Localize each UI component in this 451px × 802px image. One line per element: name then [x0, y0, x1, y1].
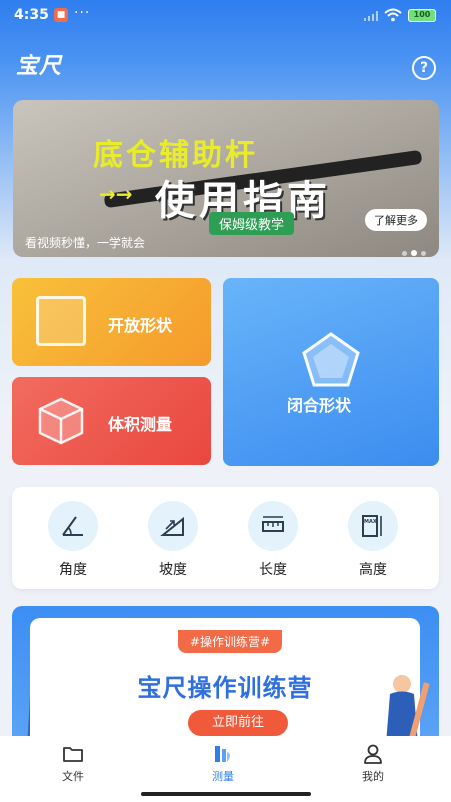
open-shape-label: 开放形状	[108, 316, 173, 335]
measure-tools: 角度 坡度 长度 MAX 高度	[12, 487, 439, 589]
pentagon-icon	[302, 332, 360, 387]
tool-length[interactable]: 长度	[238, 501, 308, 579]
banner-caption: 看视频秒懂，一学就会	[25, 236, 146, 250]
battery-icon: 100	[408, 9, 436, 22]
angle-icon	[48, 501, 98, 551]
banner-pagination	[402, 241, 430, 257]
height-icon: MAX	[348, 501, 398, 551]
volume-measure-label: 体积测量	[108, 415, 173, 434]
tool-height[interactable]: MAX 高度	[338, 501, 408, 579]
tool-label: 高度	[359, 562, 387, 578]
nav-label: 测量	[212, 770, 234, 783]
help-icon[interactable]: ?	[412, 56, 436, 80]
banner-tag: 保姆级教学	[209, 212, 295, 235]
closed-shape-card[interactable]: 闭合形状	[223, 278, 439, 466]
open-shape-card[interactable]: 开放形状	[12, 278, 211, 366]
tool-angle[interactable]: 角度	[38, 501, 108, 579]
promo-banner[interactable]: 底仓辅助杆 →→ 使用指南 保姆级教学 了解更多 看视频秒懂，一学就会	[13, 100, 439, 257]
nav-files[interactable]: 文件	[38, 744, 108, 784]
app-logo: 宝尺	[16, 54, 63, 79]
open-shape-icon	[36, 296, 86, 346]
cube-icon	[38, 397, 84, 445]
signal-icon	[364, 11, 378, 21]
more-notifications-icon: ···	[74, 5, 91, 21]
camp-tag: #操作训练营#	[178, 630, 283, 653]
wifi-icon	[384, 8, 402, 22]
home-indicator[interactable]	[141, 792, 311, 796]
notification-app-icon: ■	[54, 8, 68, 22]
slope-icon	[148, 501, 198, 551]
banner-dot[interactable]	[421, 251, 426, 256]
closed-shape-label: 闭合形状	[287, 396, 352, 415]
tool-label: 角度	[59, 562, 87, 578]
tool-label: 坡度	[159, 562, 187, 578]
banner-dot[interactable]	[402, 251, 407, 256]
status-bar: 4:35 ■ ··· 100	[0, 0, 451, 30]
tool-slope[interactable]: 坡度	[138, 501, 208, 579]
learn-more-button[interactable]: 了解更多	[365, 209, 427, 231]
camp-title: 宝尺操作训练营	[137, 674, 313, 702]
folder-icon	[63, 747, 83, 762]
tool-label: 长度	[259, 562, 287, 578]
user-icon	[364, 744, 382, 764]
svg-text:MAX: MAX	[364, 519, 377, 525]
nav-label: 文件	[62, 770, 84, 783]
status-time: 4:35	[14, 7, 49, 23]
camp-card: #操作训练营# 宝尺操作训练营 立即前往	[30, 618, 420, 736]
nav-measure[interactable]: 测量	[188, 744, 258, 784]
volume-measure-card[interactable]: 体积测量	[12, 377, 211, 465]
ruler-icon	[248, 501, 298, 551]
nav-profile[interactable]: 我的	[338, 744, 408, 784]
training-camp-banner[interactable]: #操作训练营# 宝尺操作训练营 立即前往	[12, 606, 439, 736]
banner-arrows: →→	[99, 182, 133, 206]
nav-label: 我的	[362, 770, 384, 783]
banner-dot-active[interactable]	[411, 250, 417, 256]
teacher-illustration	[386, 675, 430, 736]
measure-icon	[215, 746, 230, 762]
go-now-button[interactable]: 立即前往	[188, 710, 288, 736]
